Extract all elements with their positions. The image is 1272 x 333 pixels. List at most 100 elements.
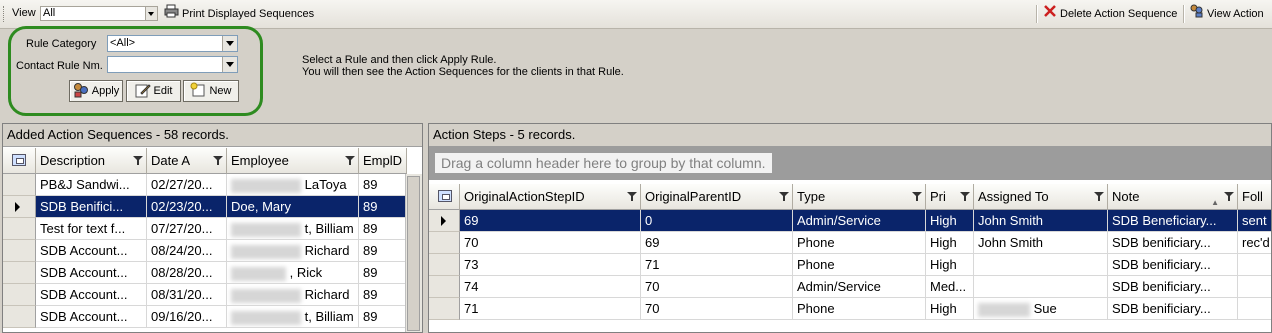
vertical-scrollbar[interactable] — [405, 174, 422, 332]
cell-description[interactable]: SDB Benifici... — [36, 196, 147, 218]
table-row[interactable]: 73 71 Phone High SDB benificiary... — [429, 254, 1271, 276]
cell-description[interactable]: PB&J Sandwi... — [36, 174, 147, 196]
row-selector[interactable] — [3, 306, 36, 328]
cell-foll[interactable]: rec'd — [1238, 232, 1271, 254]
cell-date[interactable]: 08/24/20... — [147, 240, 227, 262]
cell-employee[interactable]: Richard — [227, 284, 359, 306]
cell-step-id[interactable]: 71 — [460, 298, 641, 320]
table-row[interactable]: 74 70 Admin/Service Med... SDB benificiary..… — [429, 276, 1271, 298]
cell-employee[interactable]: Doe, Mary — [227, 196, 359, 218]
filter-icon[interactable] — [627, 192, 637, 201]
cell-empid[interactable]: 89 — [359, 174, 407, 196]
column-header-employee[interactable]: Employee — [227, 148, 359, 174]
cell-step-id[interactable]: 69 — [460, 210, 641, 232]
cell-foll[interactable]: sent — [1238, 210, 1271, 232]
cell-parent-id[interactable]: 70 — [641, 298, 793, 320]
cell-parent-id[interactable]: 0 — [641, 210, 793, 232]
cell-employee[interactable]: Richard — [227, 240, 359, 262]
cell-description[interactable]: SDB Account... — [36, 262, 147, 284]
group-by-area[interactable]: Drag a column header here to group by th… — [429, 146, 1271, 180]
cell-assigned-to[interactable]: John Smith — [974, 210, 1108, 232]
cell-date[interactable]: 08/28/20... — [147, 262, 227, 284]
column-header-original-parent-id[interactable]: OriginalParentID — [641, 184, 793, 210]
column-header-note[interactable]: Note ▲ — [1108, 184, 1238, 210]
row-selector[interactable] — [429, 232, 460, 254]
filter-icon[interactable] — [960, 192, 970, 201]
cell-description[interactable]: SDB Account... — [36, 284, 147, 306]
cell-note[interactable]: SDB benificiary... — [1108, 298, 1238, 320]
chevron-down-icon[interactable] — [222, 36, 237, 51]
table-row[interactable]: SDB Account... 08/28/20... , Rick 89 — [3, 262, 407, 284]
cell-pri[interactable]: High — [926, 254, 974, 276]
column-header-description[interactable]: Description — [36, 148, 147, 174]
cell-type[interactable]: Phone — [793, 298, 926, 320]
cell-note[interactable]: SDB benificiary... — [1108, 276, 1238, 298]
cell-empid[interactable]: 89 — [359, 284, 407, 306]
cell-empid[interactable]: 89 — [359, 262, 407, 284]
row-selector[interactable] — [3, 218, 36, 240]
filter-icon[interactable] — [213, 156, 223, 165]
delete-action-sequence-button[interactable]: Delete Action Sequence — [1043, 5, 1177, 23]
new-button[interactable]: New — [183, 80, 239, 102]
cell-empid[interactable]: 89 — [359, 240, 407, 262]
table-row[interactable]: SDB Benifici... 02/23/20... Doe, Mary 89 — [3, 196, 407, 218]
filter-icon[interactable] — [133, 156, 143, 165]
row-selector[interactable] — [429, 210, 460, 232]
cell-step-id[interactable]: 70 — [460, 232, 641, 254]
table-row[interactable]: SDB Account... 08/24/20... Richard 89 — [3, 240, 407, 262]
cell-assigned-to[interactable]: Sue — [974, 298, 1108, 320]
contact-rule-select[interactable] — [107, 56, 238, 73]
column-header-type[interactable]: Type — [793, 184, 926, 210]
cell-parent-id[interactable]: 71 — [641, 254, 793, 276]
table-row[interactable]: 69 0 Admin/Service High John Smith SDB Benefi… — [429, 210, 1271, 232]
cell-pri[interactable]: High — [926, 232, 974, 254]
cell-date[interactable]: 07/27/20... — [147, 218, 227, 240]
chevron-down-icon[interactable] — [145, 7, 157, 20]
row-selector[interactable] — [429, 276, 460, 298]
filter-icon[interactable] — [912, 192, 922, 201]
cell-pri[interactable]: High — [926, 210, 974, 232]
cell-assigned-to[interactable] — [974, 254, 1108, 276]
view-action-button[interactable]: View Action — [1189, 4, 1264, 23]
cell-description[interactable]: SDB Account... — [36, 306, 147, 328]
cell-pri[interactable]: Med... — [926, 276, 974, 298]
filter-icon[interactable] — [779, 192, 789, 201]
column-header-date[interactable]: Date A — [147, 148, 227, 174]
table-row[interactable]: SDB Account... 08/31/20... Richard 89 — [3, 284, 407, 306]
cell-employee[interactable]: , Rick — [227, 262, 359, 284]
cell-date[interactable]: 08/31/20... — [147, 284, 227, 306]
row-selector[interactable] — [429, 254, 460, 276]
table-row[interactable]: 70 69 Phone High John Smith SDB benificiary..… — [429, 232, 1271, 254]
cell-empid[interactable]: 89 — [359, 196, 407, 218]
cell-foll[interactable] — [1238, 254, 1271, 276]
cell-note[interactable]: SDB benificiary... — [1108, 254, 1238, 276]
cell-type[interactable]: Phone — [793, 254, 926, 276]
cell-employee[interactable]: LaToya — [227, 174, 359, 196]
cell-employee[interactable]: t, Billiam — [227, 218, 359, 240]
filter-icon[interactable] — [1224, 192, 1234, 201]
print-displayed-sequences-button[interactable]: Print Displayed Sequences — [164, 4, 314, 23]
scrollbar-thumb[interactable] — [407, 176, 420, 331]
chevron-down-icon[interactable] — [222, 57, 237, 72]
filter-icon[interactable] — [345, 156, 355, 165]
cell-step-id[interactable]: 73 — [460, 254, 641, 276]
edit-button[interactable]: Edit — [126, 80, 181, 102]
row-selector[interactable] — [3, 240, 36, 262]
row-selector[interactable] — [3, 262, 36, 284]
row-selector[interactable] — [3, 174, 36, 196]
column-header-empid[interactable]: EmplD — [359, 148, 407, 174]
cell-description[interactable]: Test for text f... — [36, 218, 147, 240]
row-selector[interactable] — [3, 196, 36, 218]
row-selector[interactable] — [429, 298, 460, 320]
cell-empid[interactable]: 89 — [359, 218, 407, 240]
cell-pri[interactable]: High — [926, 298, 974, 320]
cell-date[interactable]: 09/16/20... — [147, 306, 227, 328]
cell-empid[interactable]: 89 — [359, 306, 407, 328]
table-row[interactable]: 71 70 Phone High Sue SDB benificiary... — [429, 298, 1271, 320]
table-row[interactable]: PB&J Sandwi... 02/27/20... LaToya 89 — [3, 174, 407, 196]
cell-type[interactable]: Admin/Service — [793, 210, 926, 232]
cell-foll[interactable] — [1238, 276, 1271, 298]
view-select[interactable]: All — [40, 6, 158, 21]
cell-step-id[interactable]: 74 — [460, 276, 641, 298]
cell-description[interactable]: SDB Account... — [36, 240, 147, 262]
